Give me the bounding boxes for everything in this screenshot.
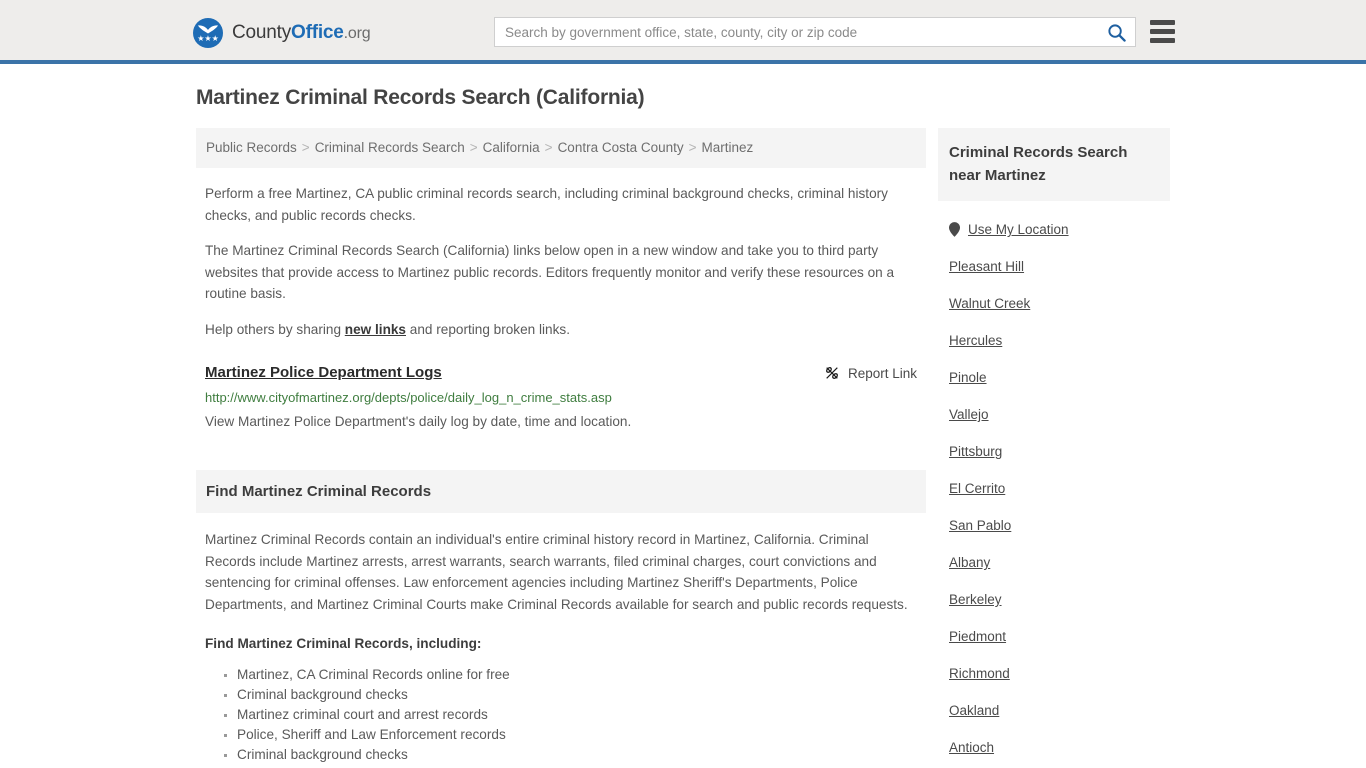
sidebar-item-albany[interactable]: Albany xyxy=(949,555,1159,570)
sidebar-link[interactable]: El Cerrito xyxy=(949,481,1005,496)
logo-stars: ★★★ xyxy=(197,34,219,43)
report-link-label: Report Link xyxy=(847,365,917,381)
sidebar: Criminal Records Search near Martinez Us… xyxy=(938,128,1170,768)
sidebar-link[interactable]: Antioch xyxy=(949,740,994,755)
sidebar-item-el-cerrito[interactable]: El Cerrito xyxy=(949,481,1159,496)
sidebar-item-pleasant-hill[interactable]: Pleasant Hill xyxy=(949,259,1159,274)
sidebar-item-use-my-location[interactable]: Use My Location xyxy=(949,222,1159,237)
section-body: Martinez Criminal Records contain an ind… xyxy=(196,529,926,765)
result-description: View Martinez Police Department's daily … xyxy=(205,414,632,429)
share-text-before: Help others by sharing xyxy=(205,321,345,337)
sidebar-link[interactable]: Walnut Creek xyxy=(949,296,1030,311)
breadcrumb-item-criminal-records-search[interactable]: Criminal Records Search xyxy=(315,140,465,155)
sidebar-link[interactable]: Piedmont xyxy=(949,629,1006,644)
result-title-link[interactable]: Martinez Police Department Logs xyxy=(205,364,442,381)
sidebar-link[interactable]: Pittsburg xyxy=(949,444,1002,459)
logo-text-org: .org xyxy=(343,25,371,42)
page-title: Martinez Criminal Records Search (Califo… xyxy=(196,86,645,109)
sidebar-link[interactable]: Richmond xyxy=(949,666,1010,681)
sidebar-item-oakland[interactable]: Oakland xyxy=(949,703,1159,718)
sidebar-heading: Criminal Records Search near Martinez xyxy=(938,128,1170,201)
logo-wordmark: CountyOffice.org xyxy=(232,22,371,44)
use-my-location-link[interactable]: Use My Location xyxy=(968,222,1069,237)
intro-paragraph-3: Help others by sharing new links and rep… xyxy=(205,319,917,341)
intro-paragraph-2: The Martinez Criminal Records Search (Ca… xyxy=(205,243,895,301)
breadcrumb-item-california[interactable]: California xyxy=(483,140,540,155)
list-item: Martinez criminal court and arrest recor… xyxy=(237,705,917,725)
sidebar-link[interactable]: Hercules xyxy=(949,333,1002,348)
sidebar-link[interactable]: Pinole xyxy=(949,370,987,385)
result-item: Martinez Police Department Logs Report L… xyxy=(196,364,926,432)
sidebar-item-san-pablo[interactable]: San Pablo xyxy=(949,518,1159,533)
sidebar-item-richmond[interactable]: Richmond xyxy=(949,666,1159,681)
report-link-button[interactable]: Report Link xyxy=(824,365,917,381)
logo-text-county: County xyxy=(232,22,292,43)
sidebar-item-berkeley[interactable]: Berkeley xyxy=(949,592,1159,607)
logo-text-office: Office xyxy=(291,22,344,43)
new-links-link[interactable]: new links xyxy=(345,322,406,337)
content-container: Martinez Criminal Records Search (Califo… xyxy=(188,64,1178,768)
search-input[interactable] xyxy=(495,18,1097,46)
result-url: http://www.cityofmartinez.org/depts/poli… xyxy=(205,390,612,405)
site-header: ★★★ CountyOffice.org xyxy=(0,0,1366,64)
two-column-layout: Public Records > Criminal Records Search > C… xyxy=(188,128,1178,768)
result-header-row: Martinez Police Department Logs Report L… xyxy=(205,364,917,381)
section-paragraph: Martinez Criminal Records contain an ind… xyxy=(205,532,908,612)
breadcrumb: Public Records > Criminal Records Search > C… xyxy=(196,128,926,168)
breadcrumb-item-contra-costa-county[interactable]: Contra Costa County xyxy=(558,140,684,155)
section-subheading: Find Martinez Criminal Records, includin… xyxy=(205,636,482,651)
sidebar-item-hercules[interactable]: Hercules xyxy=(949,333,1159,348)
sidebar-item-pittsburg[interactable]: Pittsburg xyxy=(949,444,1159,459)
search-icon xyxy=(1107,23,1126,42)
breadcrumb-separator: > xyxy=(688,140,697,155)
breadcrumb-item-martinez[interactable]: Martinez xyxy=(702,140,754,155)
sidebar-item-vallejo[interactable]: Vallejo xyxy=(949,407,1159,422)
broken-link-icon xyxy=(824,365,840,381)
sidebar-item-walnut-creek[interactable]: Walnut Creek xyxy=(949,296,1159,311)
section-heading: Find Martinez Criminal Records xyxy=(196,470,926,513)
sidebar-item-pinole[interactable]: Pinole xyxy=(949,370,1159,385)
sidebar-nearby-list: Use My Location Pleasant Hill Walnut Cre… xyxy=(938,222,1170,768)
breadcrumb-separator: > xyxy=(544,140,553,155)
breadcrumb-separator: > xyxy=(469,140,478,155)
sidebar-link[interactable]: San Pablo xyxy=(949,518,1011,533)
list-item: Martinez, CA Criminal Records online for… xyxy=(237,665,917,685)
site-logo[interactable]: ★★★ CountyOffice.org xyxy=(193,18,371,48)
find-records-section: Find Martinez Criminal Records Martinez … xyxy=(196,470,926,765)
list-item: Criminal background checks xyxy=(237,745,917,765)
map-pin-icon xyxy=(949,222,960,237)
sidebar-link[interactable]: Pleasant Hill xyxy=(949,259,1024,274)
search-button[interactable] xyxy=(1097,18,1135,46)
breadcrumb-separator: > xyxy=(301,140,310,155)
sidebar-link[interactable]: Albany xyxy=(949,555,990,570)
intro-paragraph-1: Perform a free Martinez, CA public crimi… xyxy=(205,186,888,223)
sidebar-link[interactable]: Oakland xyxy=(949,703,999,718)
countyoffice-logo-icon: ★★★ xyxy=(193,18,223,48)
hamburger-menu-button[interactable] xyxy=(1150,20,1175,43)
section-bullet-list: Martinez, CA Criminal Records online for… xyxy=(205,665,917,765)
breadcrumb-item-public-records[interactable]: Public Records xyxy=(206,140,297,155)
list-item: Police, Sheriff and Law Enforcement reco… xyxy=(237,725,917,745)
share-text-after: and reporting broken links. xyxy=(406,321,570,337)
sidebar-link[interactable]: Berkeley xyxy=(949,592,1002,607)
page-body: Martinez Criminal Records Search (Califo… xyxy=(0,64,1366,768)
hamburger-bar-2 xyxy=(1150,29,1175,34)
hamburger-bar-3 xyxy=(1150,38,1175,43)
sidebar-item-piedmont[interactable]: Piedmont xyxy=(949,629,1159,644)
list-item: Criminal background checks xyxy=(237,685,917,705)
sidebar-link[interactable]: Vallejo xyxy=(949,407,989,422)
main-column: Public Records > Criminal Records Search > C… xyxy=(196,128,926,765)
intro-text: Perform a free Martinez, CA public crimi… xyxy=(196,183,926,340)
sidebar-item-antioch[interactable]: Antioch xyxy=(949,740,1159,755)
search-bar[interactable] xyxy=(494,17,1136,47)
hamburger-bar-1 xyxy=(1150,20,1175,25)
